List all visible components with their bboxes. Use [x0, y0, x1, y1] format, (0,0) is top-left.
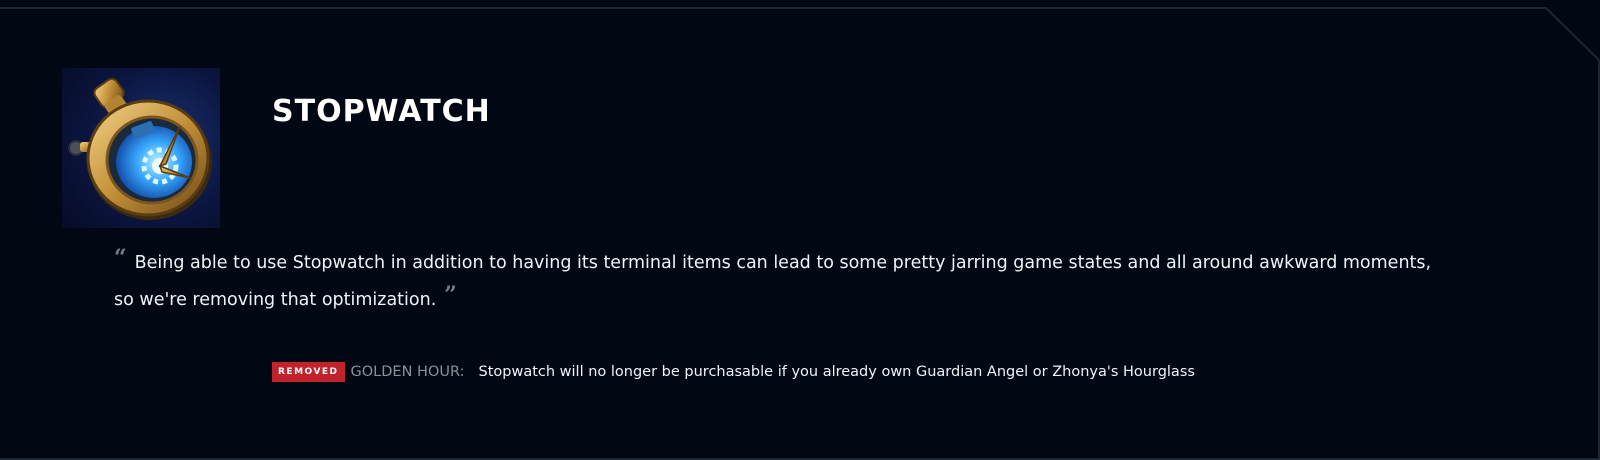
change-entry: REMOVED GOLDEN HOUR: Stopwatch will no l… [272, 361, 1195, 383]
stopwatch-icon [62, 68, 220, 228]
item-title: STOPWATCH [272, 94, 491, 129]
removed-badge: REMOVED [272, 362, 345, 382]
designer-quote: “Being able to use Stopwatch in addition… [114, 242, 1444, 316]
open-quote-icon: “ [114, 245, 127, 271]
panel-frame [0, 7, 1600, 460]
patch-change-panel: STOPWATCH “Being able to use Stopwatch i… [0, 0, 1600, 460]
change-description: Stopwatch will no longer be purchasable … [478, 364, 1195, 380]
quote-text: Being able to use Stopwatch in addition … [114, 253, 1432, 310]
close-quote-icon: ” [444, 282, 457, 308]
change-attribute: GOLDEN HOUR: [350, 364, 465, 380]
